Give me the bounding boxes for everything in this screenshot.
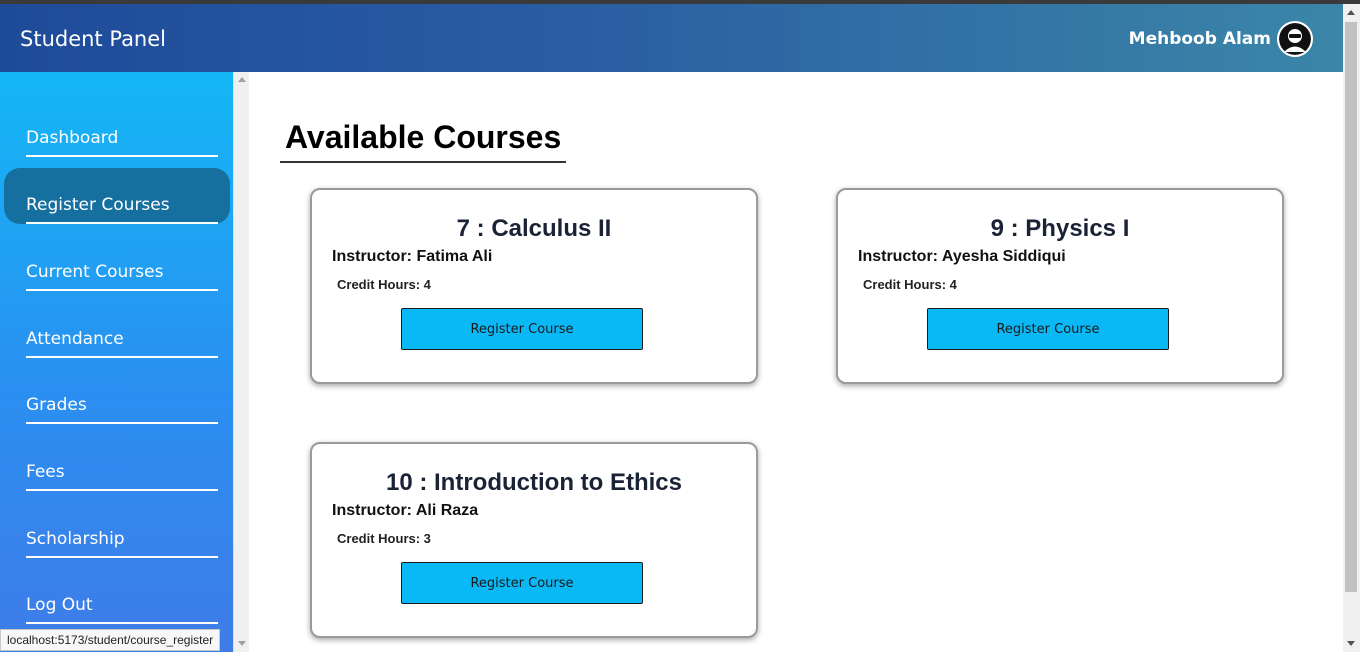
sidebar-item-label: Scholarship [26,529,125,549]
user-name[interactable]: Mehboob Alam [1129,29,1271,49]
course-instructor: Instructor: Ali Raza [332,502,479,519]
top-header: Student Panel Mehboob Alam [0,4,1343,72]
sidebar-item-current-courses[interactable]: Current Courses [26,224,218,291]
sidebar-item-label: Dashboard [26,128,119,148]
page-scrollbar[interactable] [1343,4,1360,652]
course-card: 7 : Calculus II Instructor: Fatima Ali C… [310,188,758,384]
scroll-up-arrow-icon[interactable] [238,77,246,82]
course-credit-hours: Credit Hours: 3 [337,531,431,546]
sidebar-item-label: Grades [26,395,87,415]
page-title: Available Courses [285,119,562,155]
course-title: 7 : Calculus II [456,215,612,242]
course-title: 10 : Introduction to Ethics [385,469,682,496]
scrollbar-thumb[interactable] [1345,22,1357,592]
course-credit-hours: Credit Hours: 4 [863,277,957,292]
sidebar-item-grades[interactable]: Grades [26,357,218,424]
course-card: 9 : Physics I Instructor: Ayesha Siddiqu… [836,188,1284,384]
sidebar-item-label: Current Courses [26,262,164,282]
sidebar-item-dashboard[interactable]: Dashboard [26,90,218,157]
course-instructor: Instructor: Fatima Ali [332,248,493,265]
brand-title: Student Panel [20,27,166,51]
register-course-button[interactable]: Register Course [401,308,643,350]
sidebar-item-attendance[interactable]: Attendance [26,291,218,358]
scroll-down-arrow-icon[interactable] [238,641,246,646]
sidebar-item-fees[interactable]: Fees [26,424,218,491]
sidebar-item-label: Attendance [26,329,124,349]
scroll-up-arrow-icon[interactable] [1347,10,1355,15]
register-course-button[interactable]: Register Course [401,562,643,604]
user-avatar-icon[interactable] [1277,21,1313,57]
title-underline [280,161,566,163]
sidebar-item-label: Fees [26,462,65,482]
status-bar-url: localhost:5173/student/course_register [0,629,221,651]
register-course-button[interactable]: Register Course [927,308,1169,350]
scroll-down-arrow-icon[interactable] [1347,641,1355,646]
course-card: 10 : Introduction to Ethics Instructor: … [310,442,758,638]
sidebar-item-scholarship[interactable]: Scholarship [26,491,218,558]
sidebar-item-label: Log Out [26,595,93,615]
nav-divider [26,622,218,624]
course-credit-hours: Credit Hours: 4 [337,277,431,292]
sidebar-item-register-courses[interactable]: Register Courses [26,157,218,224]
course-instructor: Instructor: Ayesha Siddiqui [858,248,1066,265]
sidebar: Dashboard Register Courses Current Cours… [0,72,233,652]
sidebar-item-log-out[interactable]: Log Out [26,557,218,624]
sidebar-item-label: Register Courses [26,195,170,215]
sidebar-scrollbar[interactable] [233,72,249,652]
course-title: 9 : Physics I [990,215,1130,242]
